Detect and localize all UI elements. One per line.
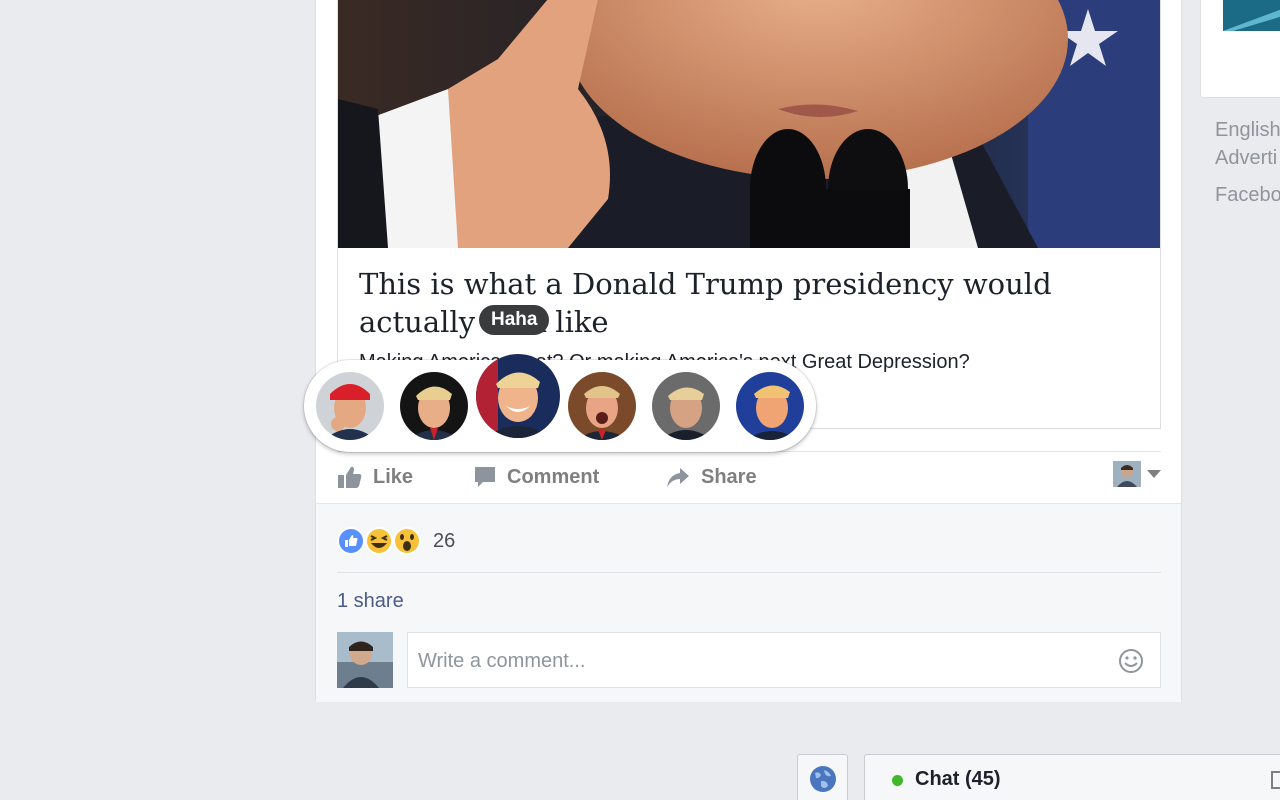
reaction-count[interactable]: 26 [433, 530, 455, 553]
commenter-avatar [337, 632, 393, 688]
post-footer: 26 1 share [316, 503, 1181, 702]
reaction-love-face[interactable] [400, 372, 468, 440]
avatar [1113, 461, 1141, 487]
comment-icon [475, 467, 495, 487]
reaction-picker [304, 354, 816, 452]
haha-reaction-icon [365, 527, 393, 555]
share-count-link[interactable]: 1 share [337, 590, 404, 613]
language-link[interactable]: English [1215, 116, 1280, 144]
link-image[interactable] [338, 0, 1160, 248]
comment-label: Comment [507, 465, 600, 488]
chat-bar[interactable]: Chat (45) [864, 754, 1280, 800]
share-label: Share [701, 465, 757, 488]
advertising-link[interactable]: Adverti [1215, 144, 1280, 172]
like-reaction-icon [337, 527, 365, 555]
online-status-dot [892, 775, 903, 786]
post-card: This is what a Donald Trump presidency w… [315, 0, 1182, 702]
trump-photo [338, 0, 1160, 248]
like-label: Like [373, 465, 414, 488]
page: This is what a Donald Trump presidency w… [0, 0, 1280, 800]
reactions-summary[interactable]: 26 [337, 524, 455, 558]
reaction-angry-face[interactable] [736, 372, 804, 440]
reaction-haha-face[interactable] [476, 354, 560, 438]
chevron-down-icon [1147, 470, 1161, 478]
globe-icon [809, 766, 836, 792]
share-button[interactable]: Share [665, 459, 757, 495]
footer-divider [337, 572, 1161, 573]
comment-box [407, 632, 1161, 689]
chat-label: Chat (45) [915, 768, 1001, 790]
reaction-sad-face[interactable] [652, 372, 720, 440]
right-sidebar-card[interactable] [1200, 0, 1280, 98]
like-button[interactable]: Like [337, 459, 413, 495]
link-title[interactable]: This is what a Donald Trump presidency w… [359, 265, 1149, 341]
sidebar-footer-links: English Adverti Facebo [1215, 116, 1280, 209]
facebook-link[interactable]: Facebo [1215, 181, 1280, 209]
thumbs-up-icon [338, 466, 362, 488]
action-row: Like Comment Share [337, 459, 1161, 495]
comment-input[interactable] [408, 633, 1110, 689]
reaction-icons [337, 527, 421, 555]
sidebar-thumbnail [1223, 0, 1280, 31]
reaction-like-face[interactable] [316, 372, 384, 440]
compose-icon[interactable] [1271, 771, 1280, 789]
comment-button[interactable]: Comment [473, 459, 599, 495]
post-as-selector[interactable] [1113, 461, 1161, 487]
notifications-globe-button[interactable] [797, 754, 848, 800]
wow-reaction-icon [393, 527, 421, 555]
share-arrow-icon [667, 468, 689, 487]
emoji-icon[interactable] [1118, 648, 1144, 674]
reaction-tooltip: Haha [479, 305, 550, 335]
reaction-wow-face[interactable] [568, 372, 636, 440]
